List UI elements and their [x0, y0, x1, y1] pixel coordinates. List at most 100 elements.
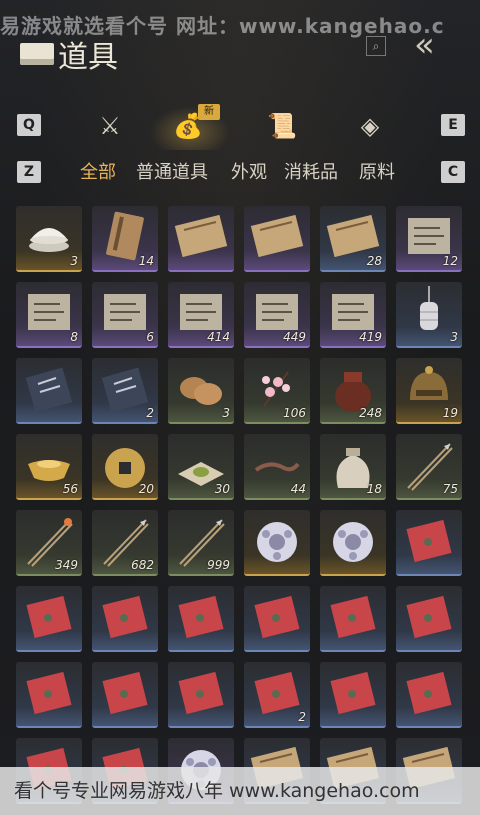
key-hint-q[interactable]: Q	[17, 114, 41, 136]
item-slot[interactable]	[396, 662, 462, 728]
item-slot[interactable]: 2	[244, 662, 310, 728]
key-hint-e[interactable]: E	[441, 114, 465, 136]
red-envelope-icon	[16, 586, 82, 650]
item-slot[interactable]: 999	[168, 510, 234, 576]
item-slot[interactable]: 20	[92, 434, 158, 500]
item-slot[interactable]	[168, 206, 234, 272]
item-slot[interactable]: 19	[396, 358, 462, 424]
jade-ball-icon	[244, 510, 310, 574]
item-slot[interactable]: 349	[16, 510, 82, 576]
item-count: 28	[366, 254, 382, 268]
key-hint-c[interactable]: C	[441, 161, 465, 183]
item-slot[interactable]: 14	[92, 206, 158, 272]
red-envelope-icon	[168, 662, 234, 726]
item-count: 449	[283, 330, 306, 344]
item-slot[interactable]: 12	[396, 206, 462, 272]
red-envelope-icon	[244, 586, 310, 650]
scroll-icon[interactable]: 📜	[264, 108, 300, 144]
item-count: 56	[62, 482, 78, 496]
key-hint-z[interactable]: Z	[17, 161, 41, 183]
item-slot[interactable]: 449	[244, 282, 310, 348]
item-count: 349	[55, 558, 78, 572]
new-badge: 新	[198, 104, 220, 120]
scroll-icon	[244, 206, 310, 270]
item-count: 2	[298, 710, 306, 724]
item-slot[interactable]: 414	[168, 282, 234, 348]
item-slot[interactable]	[320, 662, 386, 728]
item-slot[interactable]	[168, 586, 234, 652]
filter-tab-materials[interactable]: 原料	[359, 158, 395, 184]
item-slot[interactable]	[244, 586, 310, 652]
category-tabs: Q ⚔ 💰 新 📜 ◈ E	[0, 104, 480, 150]
item-slot[interactable]: 56	[16, 434, 82, 500]
back-button[interactable]: «	[414, 28, 474, 62]
filter-tab-common[interactable]: 普通道具	[136, 158, 208, 184]
item-slot[interactable]	[320, 510, 386, 576]
item-slot[interactable]: 3	[396, 282, 462, 348]
item-count: 106	[283, 406, 306, 420]
red-envelope-icon	[396, 510, 462, 574]
filter-tabs: Z 全部 普通道具 外观 消耗品 原料 C	[0, 158, 480, 188]
item-slot[interactable]	[244, 510, 310, 576]
filter-tab-all[interactable]: 全部	[80, 158, 116, 184]
red-envelope-icon	[92, 586, 158, 650]
item-slot[interactable]: 8	[16, 282, 82, 348]
header: 道具 ⌕ «	[0, 26, 480, 76]
filter-tab-consumables[interactable]: 消耗品	[284, 158, 338, 184]
item-slot[interactable]: 682	[92, 510, 158, 576]
item-count: 44	[290, 482, 306, 496]
red-envelope-icon	[396, 586, 462, 650]
item-count: 6	[146, 330, 154, 344]
item-count: 999	[207, 558, 230, 572]
item-slot[interactable]	[244, 206, 310, 272]
item-count: 2	[146, 406, 154, 420]
crossed-swords-icon[interactable]: ⚔	[92, 108, 128, 144]
red-envelope-icon	[16, 662, 82, 726]
item-count: 414	[207, 330, 230, 344]
item-slot[interactable]	[16, 586, 82, 652]
item-count: 14	[138, 254, 154, 268]
red-envelope-icon	[92, 662, 158, 726]
item-slot[interactable]: 30	[168, 434, 234, 500]
item-slot[interactable]	[396, 510, 462, 576]
red-envelope-icon	[320, 586, 386, 650]
item-count: 3	[70, 254, 78, 268]
talisman-icon	[16, 358, 82, 422]
item-slot[interactable]: 3	[16, 206, 82, 272]
item-slot[interactable]: 6	[92, 282, 158, 348]
scroll-icon	[168, 206, 234, 270]
item-count: 75	[442, 482, 458, 496]
item-slot[interactable]: 2	[92, 358, 158, 424]
item-slot[interactable]	[92, 662, 158, 728]
filter-tab-appearance[interactable]: 外观	[231, 158, 267, 184]
item-count: 682	[131, 558, 154, 572]
item-slot[interactable]: 419	[320, 282, 386, 348]
item-count: 18	[366, 482, 382, 496]
item-count: 419	[359, 330, 382, 344]
item-slot[interactable]: 18	[320, 434, 386, 500]
red-envelope-icon	[320, 662, 386, 726]
item-slot[interactable]: 3	[168, 358, 234, 424]
item-count: 8	[70, 330, 78, 344]
item-count: 19	[442, 406, 458, 420]
item-slot[interactable]	[92, 586, 158, 652]
title-box: 道具	[20, 32, 118, 76]
inventory-icon	[20, 43, 54, 65]
item-slot[interactable]	[396, 586, 462, 652]
item-slot[interactable]	[320, 586, 386, 652]
item-slot[interactable]: 248	[320, 358, 386, 424]
page-title: 道具	[58, 40, 118, 75]
item-slot[interactable]	[16, 358, 82, 424]
search-icon[interactable]: ⌕	[366, 36, 386, 56]
red-envelope-icon	[168, 586, 234, 650]
item-count: 3	[222, 406, 230, 420]
item-slot[interactable]: 75	[396, 434, 462, 500]
item-slot[interactable]: 44	[244, 434, 310, 500]
item-slot[interactable]	[168, 662, 234, 728]
item-count: 248	[359, 406, 382, 420]
item-slot[interactable]: 106	[244, 358, 310, 424]
item-slot[interactable]	[16, 662, 82, 728]
gem-icon[interactable]: ◈	[352, 108, 388, 144]
item-slot[interactable]: 28	[320, 206, 386, 272]
watermark-bottom: 看个号专业网易游戏八年 www.kangehao.com	[0, 767, 480, 815]
